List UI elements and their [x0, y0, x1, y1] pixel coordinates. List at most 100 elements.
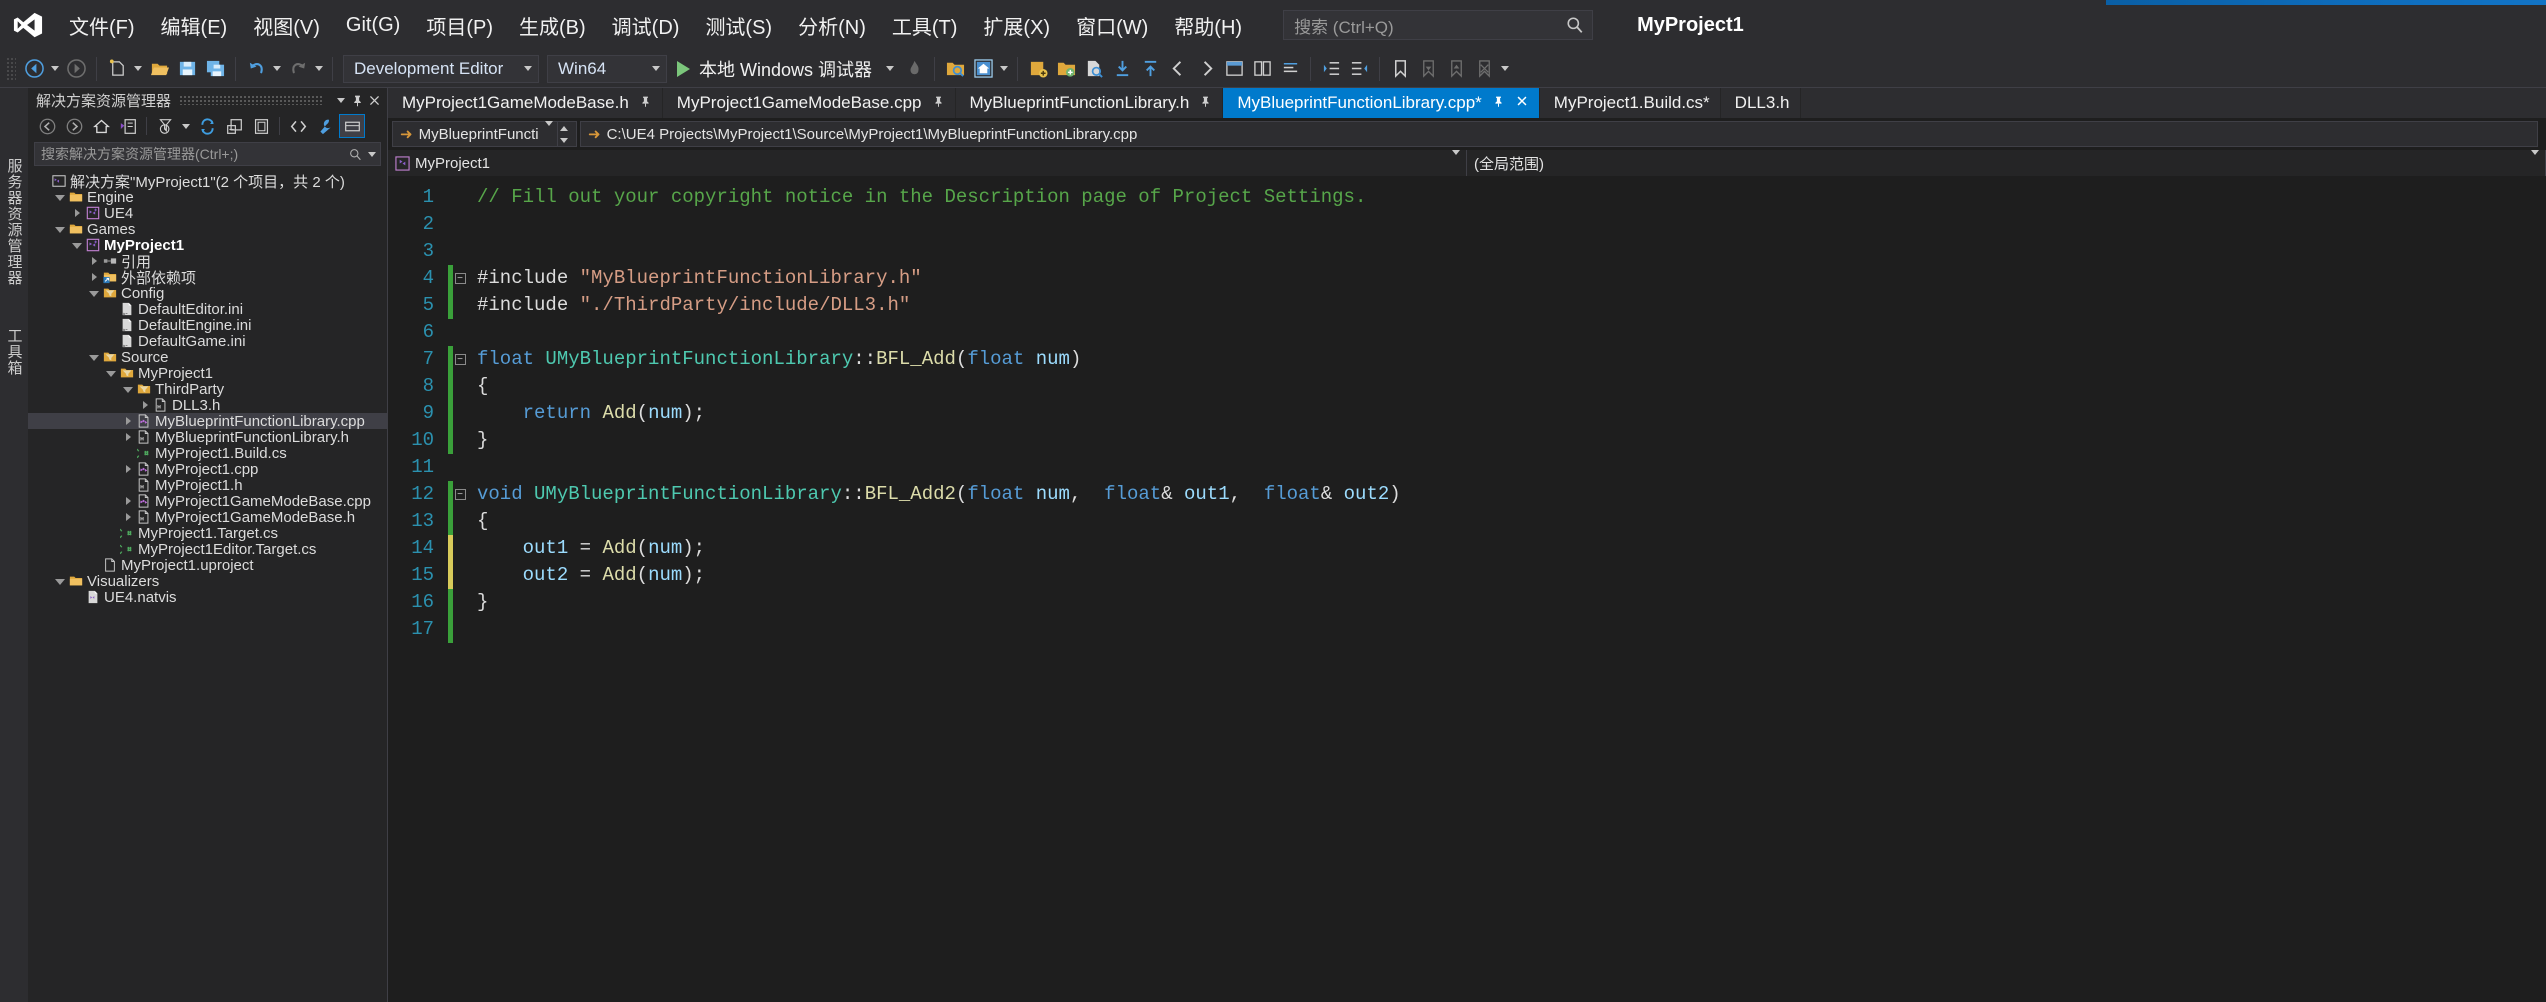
menu-file[interactable]: 文件(F) — [56, 0, 148, 50]
new-item-button[interactable] — [1024, 54, 1052, 84]
find-in-files-button[interactable] — [1080, 54, 1108, 84]
redo-button[interactable] — [284, 54, 312, 84]
se-forward-button[interactable] — [61, 114, 87, 138]
solution-explorer-tree[interactable]: 解决方案"MyProject1"(2 个项目，共 2 个) Engine UE4 Ga… — [28, 170, 387, 1002]
file-path-combo[interactable]: ➜ C:\UE4 Projects\MyProject1\Source\MyPr… — [580, 121, 2538, 147]
live-share-dropdown[interactable] — [997, 54, 1011, 84]
tree-item[interactable]: Source — [28, 349, 387, 366]
tree-collapse-arrow-icon[interactable] — [53, 193, 67, 201]
tree-item[interactable]: MyProject1GameModeBase.cpp — [28, 493, 387, 510]
code-line[interactable]: } — [467, 427, 2546, 454]
se-solution-view-button[interactable] — [115, 114, 141, 138]
tree-collapse-arrow-icon[interactable] — [87, 289, 101, 297]
live-share-button[interactable] — [969, 54, 997, 84]
tree-expand-arrow-icon[interactable] — [121, 513, 135, 521]
tree-item[interactable]: DLL3.h — [28, 397, 387, 414]
se-properties-window-button[interactable] — [339, 114, 365, 138]
code-line[interactable] — [467, 211, 2546, 238]
nav-forward-small-button[interactable] — [1192, 54, 1220, 84]
menu-tools[interactable]: 工具(T) — [879, 0, 971, 50]
tree-collapse-arrow-icon[interactable] — [70, 241, 84, 249]
menu-extensions[interactable]: 扩展(X) — [970, 0, 1063, 50]
menu-help[interactable]: 帮助(H) — [1161, 0, 1255, 50]
menu-edit[interactable]: 编辑(E) — [148, 0, 241, 50]
tree-collapse-arrow-icon[interactable] — [87, 353, 101, 361]
scope-type-combo[interactable]: MyProject1 — [388, 149, 1467, 176]
scope-member-combo[interactable]: (全局范围) — [1467, 149, 2546, 176]
code-line[interactable]: #include "./ThirdParty/include/DLL3.h" — [467, 292, 2546, 319]
code-line[interactable] — [467, 454, 2546, 481]
open-file-button[interactable] — [145, 54, 173, 84]
pin-icon[interactable] — [1492, 95, 1505, 112]
prev-bookmark-button[interactable] — [1414, 54, 1442, 84]
tree-item[interactable]: Config — [28, 285, 387, 302]
menu-view[interactable]: 视图(V) — [240, 0, 333, 50]
start-debugging-dropdown[interactable] — [872, 66, 895, 71]
tree-collapse-arrow-icon[interactable] — [121, 385, 135, 393]
undo-dropdown[interactable] — [270, 54, 284, 84]
tree-item[interactable]: MyProject1.uproject — [28, 557, 387, 574]
se-properties-button[interactable] — [312, 114, 338, 138]
panel-pin-button[interactable] — [349, 90, 366, 110]
editor-tab[interactable]: DLL3.h — [1721, 88, 1801, 118]
se-collapse-all-button[interactable] — [221, 114, 247, 138]
se-view-code-button[interactable] — [285, 114, 311, 138]
tree-item[interactable]: MyProject1.Build.cs — [28, 445, 387, 462]
navigate-backward-button[interactable] — [20, 54, 48, 84]
menu-window[interactable]: 窗口(W) — [1063, 0, 1161, 50]
editor-tab[interactable]: MyProject1.Build.cs* — [1540, 88, 1721, 118]
code-line[interactable]: { — [467, 373, 2546, 400]
code-line[interactable]: { — [467, 508, 2546, 535]
chevron-down-icon[interactable] — [368, 151, 376, 157]
toolbar-overflow-button[interactable] — [1498, 54, 1512, 84]
tree-collapse-arrow-icon[interactable] — [53, 577, 67, 585]
tree-expand-arrow-icon[interactable] — [70, 209, 84, 217]
code-line[interactable]: void UMyBlueprintFunctionLibrary::BFL_Ad… — [467, 481, 2546, 508]
se-home-button[interactable] — [88, 114, 114, 138]
tree-expand-arrow-icon[interactable] — [87, 257, 101, 265]
step-into-button[interactable] — [1108, 54, 1136, 84]
tree-collapse-arrow-icon[interactable] — [104, 369, 118, 377]
comment-selection-button[interactable] — [1276, 54, 1304, 84]
fold-cell[interactable]: − — [453, 265, 467, 292]
se-pending-changes-filter-button[interactable] — [152, 114, 178, 138]
tree-expand-arrow-icon[interactable] — [121, 497, 135, 505]
tree-collapse-arrow-icon[interactable] — [53, 225, 67, 233]
save-button[interactable] — [173, 54, 201, 84]
undo-button[interactable] — [242, 54, 270, 84]
tree-item[interactable]: 外部依赖项 — [28, 269, 387, 287]
navigate-forward-button[interactable] — [62, 54, 90, 84]
tree-item[interactable]: MyBlueprintFunctionLibrary.h — [28, 429, 387, 446]
add-existing-item-button[interactable] — [1052, 54, 1080, 84]
code-editor[interactable]: 1 2 3 4 5 6 7 8 9 10 11 12 13 14 15 16 17 − − − // Fill ou… — [388, 176, 2546, 1002]
tree-item[interactable]: ThirdParty — [28, 381, 387, 398]
tree-expand-arrow-icon[interactable] — [121, 465, 135, 473]
global-search-box[interactable]: 搜索 (Ctrl+Q) — [1283, 10, 1594, 40]
editor-tab[interactable]: MyBlueprintFunctionLibrary.h — [956, 88, 1224, 118]
tree-item[interactable]: MyProject1Editor.Target.cs — [28, 541, 387, 558]
se-refresh-button[interactable] — [194, 114, 220, 138]
tree-item[interactable]: Visualizers — [28, 573, 387, 590]
pin-icon[interactable] — [639, 95, 652, 112]
collapse-region-icon[interactable]: − — [454, 354, 466, 365]
menu-analyze[interactable]: 分析(N) — [785, 0, 879, 50]
split-window-button[interactable] — [1248, 54, 1276, 84]
collapse-region-icon[interactable]: − — [454, 489, 466, 500]
tree-item[interactable]: UE4.natvis — [28, 589, 387, 606]
save-all-button[interactable] — [201, 54, 229, 84]
step-out-button[interactable] — [1136, 54, 1164, 84]
bookmark-button[interactable] — [1386, 54, 1414, 84]
tree-item[interactable]: MyProject1GameModeBase.h — [28, 509, 387, 526]
tree-item[interactable]: UE4 — [28, 205, 387, 222]
tree-item[interactable]: DefaultGame.ini — [28, 333, 387, 350]
solution-platform-combo[interactable]: Win64 — [547, 54, 667, 83]
increase-indent-button[interactable] — [1317, 54, 1345, 84]
start-debugging-button[interactable]: 本地 Windows 调试器 — [671, 54, 900, 84]
code-line[interactable]: return Add(num); — [467, 400, 2546, 427]
toggle-bookmark-button[interactable] — [1220, 54, 1248, 84]
code-line[interactable]: out1 = Add(num); — [467, 535, 2546, 562]
collapse-region-icon[interactable]: − — [454, 273, 466, 284]
vtab-toolbox[interactable]: 工具箱 — [0, 318, 29, 386]
tree-item[interactable]: 解决方案"MyProject1"(2 个项目，共 2 个) — [28, 173, 387, 191]
code-line[interactable]: out2 = Add(num); — [467, 562, 2546, 589]
